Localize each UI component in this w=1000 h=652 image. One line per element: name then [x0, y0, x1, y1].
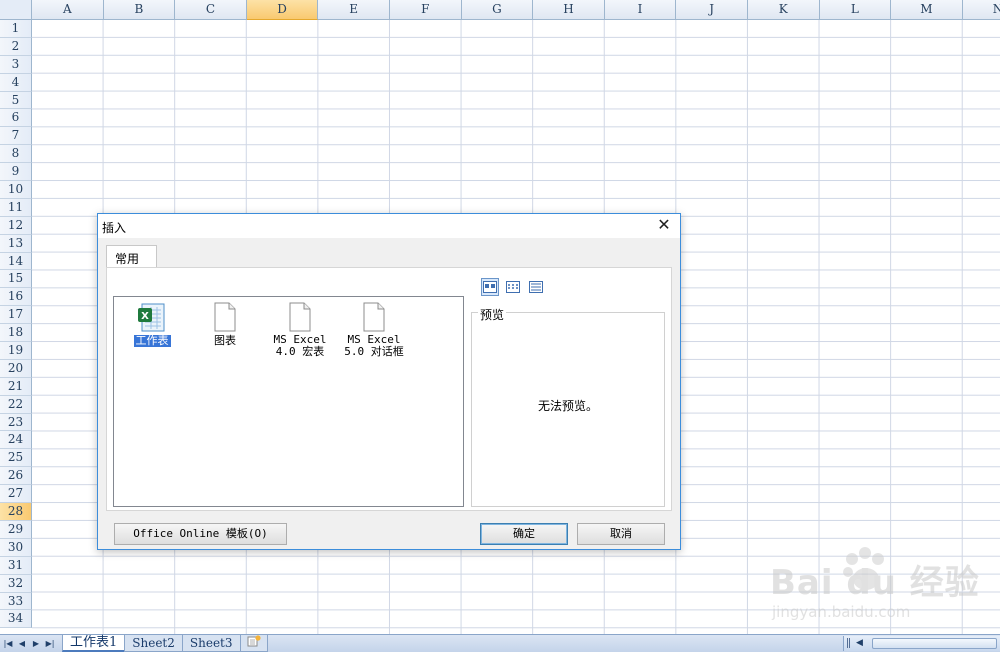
row-header[interactable]: 15 — [0, 270, 32, 289]
sheet-tab-2[interactable]: Sheet2 — [124, 635, 183, 652]
row-headers: 1 2 3 4 5 6 7 8 9 10 11 12 13 14 15 16 17 18 19 20 21 22 23 24 2… — [0, 20, 32, 629]
sheet-tabs: 工作表1 Sheet2 Sheet3 — [62, 635, 268, 652]
preview-message: 无法预览。 — [537, 399, 598, 413]
row-header[interactable]: 29 — [0, 520, 32, 539]
template-label-line2: 4.0 宏表 — [275, 345, 325, 358]
row-header[interactable]: 8 — [0, 145, 32, 164]
row-header[interactable]: 3 — [0, 55, 32, 74]
column-headers: ABCDEFGHIJKLMN — [32, 0, 1000, 20]
scroll-left-icon[interactable]: ◀ — [856, 636, 863, 651]
row-header[interactable]: 31 — [0, 556, 32, 575]
insert-sheet-icon[interactable] — [239, 635, 268, 652]
cancel-button[interactable]: 取消 — [577, 523, 665, 545]
select-all-corner[interactable] — [0, 0, 32, 20]
column-header[interactable]: N — [962, 0, 1000, 20]
dialog-title: 插入 — [102, 221, 127, 235]
row-header[interactable]: 10 — [0, 181, 32, 199]
template-chart[interactable]: 图表 — [190, 301, 260, 347]
large-icons-view-icon[interactable] — [481, 278, 499, 296]
last-sheet-icon[interactable]: ▶| — [44, 637, 56, 650]
column-header[interactable]: I — [604, 0, 677, 20]
row-header[interactable]: 25 — [0, 449, 32, 468]
row-header[interactable]: 14 — [0, 252, 32, 271]
column-header[interactable]: B — [103, 0, 176, 20]
split-grip-icon[interactable] — [847, 638, 850, 648]
template-excel5-dialog[interactable]: MS Excel 5.0 对话框 — [339, 301, 409, 358]
row-header[interactable]: 11 — [0, 198, 32, 217]
row-header[interactable]: 12 — [0, 216, 32, 235]
row-header[interactable]: 20 — [0, 359, 32, 378]
sheet-navigation: |◀ ◀ ▶ ▶| — [2, 637, 56, 650]
column-header[interactable]: L — [819, 0, 892, 20]
row-header[interactable]: 26 — [0, 467, 32, 486]
list-view-icon[interactable] — [504, 278, 522, 296]
sheet-tab-3[interactable]: Sheet3 — [181, 635, 241, 652]
column-header[interactable]: M — [891, 0, 963, 20]
dialog-titlebar[interactable]: 插入 ✕ — [98, 214, 680, 238]
row-header[interactable]: 24 — [0, 431, 32, 450]
column-header[interactable]: D — [246, 0, 319, 20]
row-header[interactable]: 23 — [0, 413, 32, 432]
tab-panel: X 工作表 图表 MS Excel 4.0 宏表 MS Excel 5.0 对话… — [106, 267, 672, 511]
row-header[interactable]: 1 — [0, 20, 32, 38]
preview-label: 预览 — [478, 306, 507, 323]
row-header[interactable]: 2 — [0, 37, 32, 56]
insert-dialog: 插入 ✕ 常用 X 工作表 图表 MS Excel 4.0 宏表 MS Exce… — [97, 213, 681, 550]
close-icon[interactable]: ✕ — [656, 217, 672, 233]
row-header[interactable]: 17 — [0, 306, 32, 325]
row-header[interactable]: 21 — [0, 377, 32, 396]
row-header[interactable]: 6 — [0, 109, 32, 128]
scrollbar-thumb[interactable] — [872, 638, 997, 649]
row-header[interactable]: 22 — [0, 395, 32, 414]
row-header[interactable]: 32 — [0, 574, 32, 593]
blank-document-icon — [289, 302, 311, 332]
template-label: 图表 — [214, 334, 236, 347]
horizontal-scrollbar[interactable]: ◀ — [843, 636, 1000, 651]
column-header[interactable]: A — [32, 0, 104, 20]
template-label: 工作表 — [135, 334, 169, 347]
preview-box: 预览 无法预览。 — [471, 306, 665, 507]
prev-sheet-icon[interactable]: ◀ — [16, 637, 28, 650]
row-header[interactable]: 27 — [0, 485, 32, 504]
row-header[interactable]: 4 — [0, 73, 32, 92]
column-header[interactable]: K — [747, 0, 820, 20]
row-header[interactable]: 13 — [0, 234, 32, 253]
first-sheet-icon[interactable]: |◀ — [2, 637, 14, 650]
row-header[interactable]: 28 — [0, 503, 32, 521]
blank-document-icon — [363, 302, 385, 332]
svg-text:X: X — [141, 311, 149, 322]
template-list[interactable]: X 工作表 图表 MS Excel 4.0 宏表 MS Excel 5.0 对话… — [113, 296, 464, 507]
template-worksheet[interactable]: X 工作表 — [117, 301, 187, 347]
template-label-line2: 5.0 对话框 — [344, 345, 404, 358]
row-header[interactable]: 33 — [0, 592, 32, 611]
column-header[interactable]: J — [676, 0, 748, 20]
row-header[interactable]: 18 — [0, 324, 32, 343]
template-excel4-macro[interactable]: MS Excel 4.0 宏表 — [265, 301, 335, 358]
column-header[interactable]: C — [175, 0, 247, 20]
column-header[interactable]: G — [461, 0, 534, 20]
sheet-tab-1[interactable]: 工作表1 — [62, 635, 126, 652]
blank-document-icon — [214, 302, 236, 332]
view-mode-buttons — [481, 278, 545, 296]
row-header[interactable]: 30 — [0, 538, 32, 557]
row-header[interactable]: 19 — [0, 342, 32, 360]
tab-common[interactable]: 常用 — [106, 245, 157, 268]
row-header[interactable]: 34 — [0, 610, 32, 629]
row-header[interactable]: 16 — [0, 288, 32, 307]
details-view-icon[interactable] — [527, 278, 545, 296]
row-header[interactable]: 9 — [0, 163, 32, 182]
column-header[interactable]: E — [318, 0, 390, 20]
next-sheet-icon[interactable]: ▶ — [30, 637, 42, 650]
excel-worksheet-icon: X — [138, 303, 165, 332]
office-online-templates-button[interactable]: Office Online 模板(O) — [114, 523, 287, 545]
ok-button[interactable]: 确定 — [480, 523, 568, 545]
column-header[interactable]: F — [389, 0, 462, 20]
row-header[interactable]: 5 — [0, 91, 32, 110]
row-header[interactable]: 7 — [0, 127, 32, 146]
column-header[interactable]: H — [533, 0, 605, 20]
sheet-tab-bar: |◀ ◀ ▶ ▶| 工作表1 Sheet2 Sheet3 ◀ — [0, 634, 1000, 652]
